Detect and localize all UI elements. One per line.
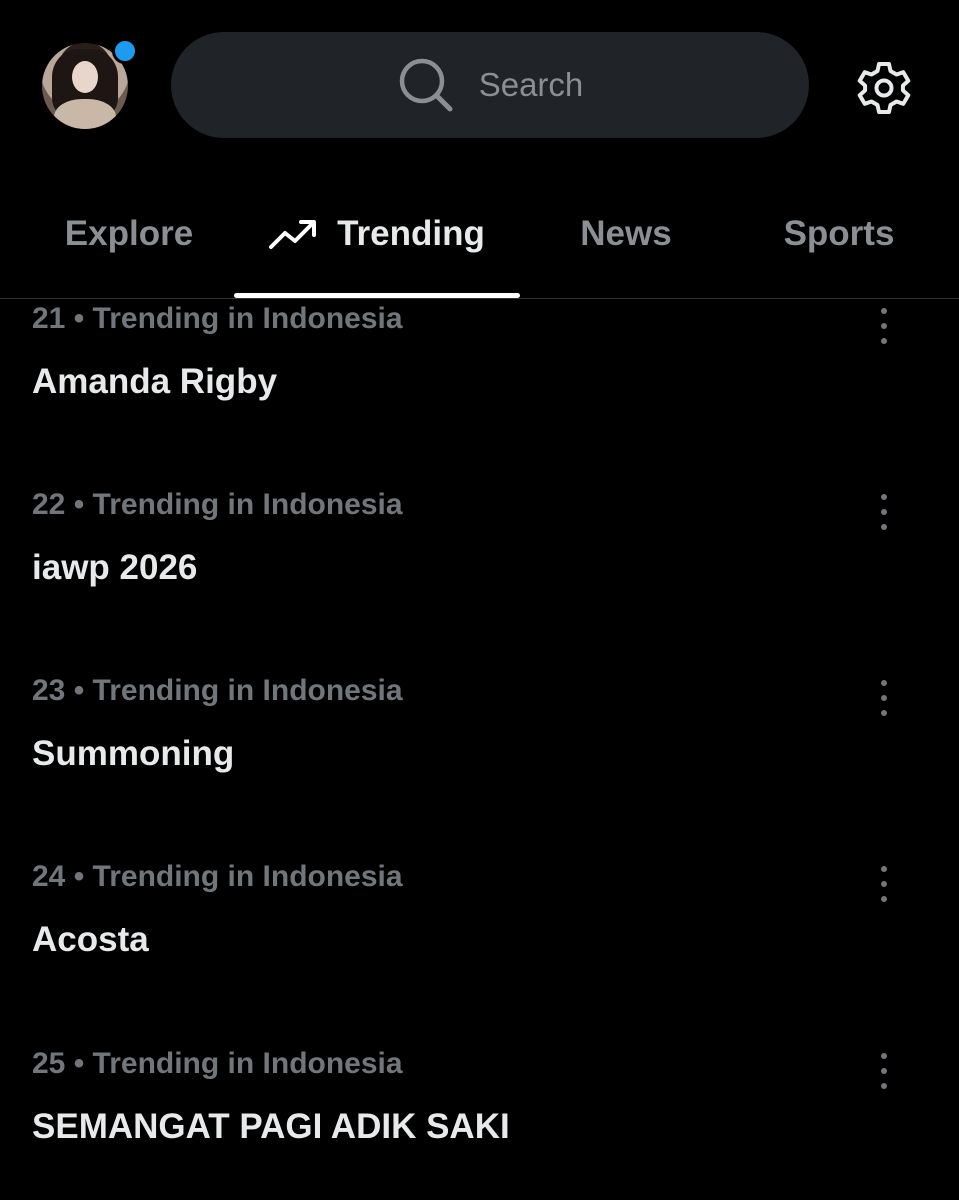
top-bar: Search bbox=[0, 0, 959, 170]
trend-meta: 22 • Trending in Indonesia bbox=[32, 488, 403, 521]
gear-icon bbox=[857, 62, 911, 114]
tab-explore[interactable]: Explore bbox=[22, 170, 236, 298]
more-vertical-icon[interactable] bbox=[870, 680, 898, 716]
more-vertical-icon[interactable] bbox=[870, 494, 898, 530]
trend-meta: 21 • Trending in Indonesia bbox=[32, 302, 403, 335]
more-vertical-icon[interactable] bbox=[870, 866, 898, 902]
trend-item[interactable]: 21 • Trending in Indonesia Amanda Rigby bbox=[0, 302, 959, 488]
trend-title: Amanda Rigby bbox=[32, 362, 278, 401]
tab-news-label: News bbox=[580, 214, 672, 253]
avatar-face bbox=[72, 61, 98, 93]
tab-explore-label: Explore bbox=[64, 214, 194, 253]
trend-meta: 25 • Trending in Indonesia bbox=[32, 1047, 403, 1080]
search-placeholder: Search bbox=[478, 66, 584, 103]
tab-trending[interactable]: Trending bbox=[234, 170, 520, 298]
trend-title: SEMANGAT PAGI ADIK SAKI bbox=[32, 1107, 510, 1146]
tab-sports-label: Sports bbox=[783, 214, 895, 253]
trend-meta: 24 • Trending in Indonesia bbox=[32, 860, 403, 893]
explore-screen: Search Explore Trending News Sports 21 •… bbox=[0, 0, 959, 1200]
more-vertical-icon[interactable] bbox=[870, 308, 898, 344]
search-bar[interactable]: Search bbox=[171, 32, 809, 138]
avatar-body bbox=[54, 99, 116, 129]
search-icon bbox=[399, 58, 453, 112]
tab-news[interactable]: News bbox=[520, 170, 732, 298]
trend-meta: 23 • Trending in Indonesia bbox=[32, 674, 403, 707]
notification-dot bbox=[112, 38, 138, 64]
tab-trending-label: Trending bbox=[337, 214, 485, 253]
trend-item[interactable]: 22 • Trending in Indonesia iawp 2026 bbox=[0, 488, 959, 674]
trend-item[interactable]: 24 • Trending in Indonesia Acosta bbox=[0, 860, 959, 1046]
active-tab-indicator bbox=[234, 293, 520, 298]
trend-title: iawp 2026 bbox=[32, 548, 198, 587]
trend-item[interactable]: 25 • Trending in Indonesia SEMANGAT PAGI… bbox=[0, 1047, 959, 1200]
tab-sports[interactable]: Sports bbox=[732, 170, 946, 298]
trend-item[interactable]: 23 • Trending in Indonesia Summoning bbox=[0, 674, 959, 860]
trending-arrow-icon bbox=[269, 220, 317, 249]
settings-button[interactable] bbox=[853, 57, 915, 119]
trend-title: Summoning bbox=[32, 734, 235, 773]
more-vertical-icon[interactable] bbox=[870, 1053, 898, 1089]
tab-bar: Explore Trending News Sports bbox=[0, 170, 959, 299]
trend-title: Acosta bbox=[32, 920, 149, 959]
